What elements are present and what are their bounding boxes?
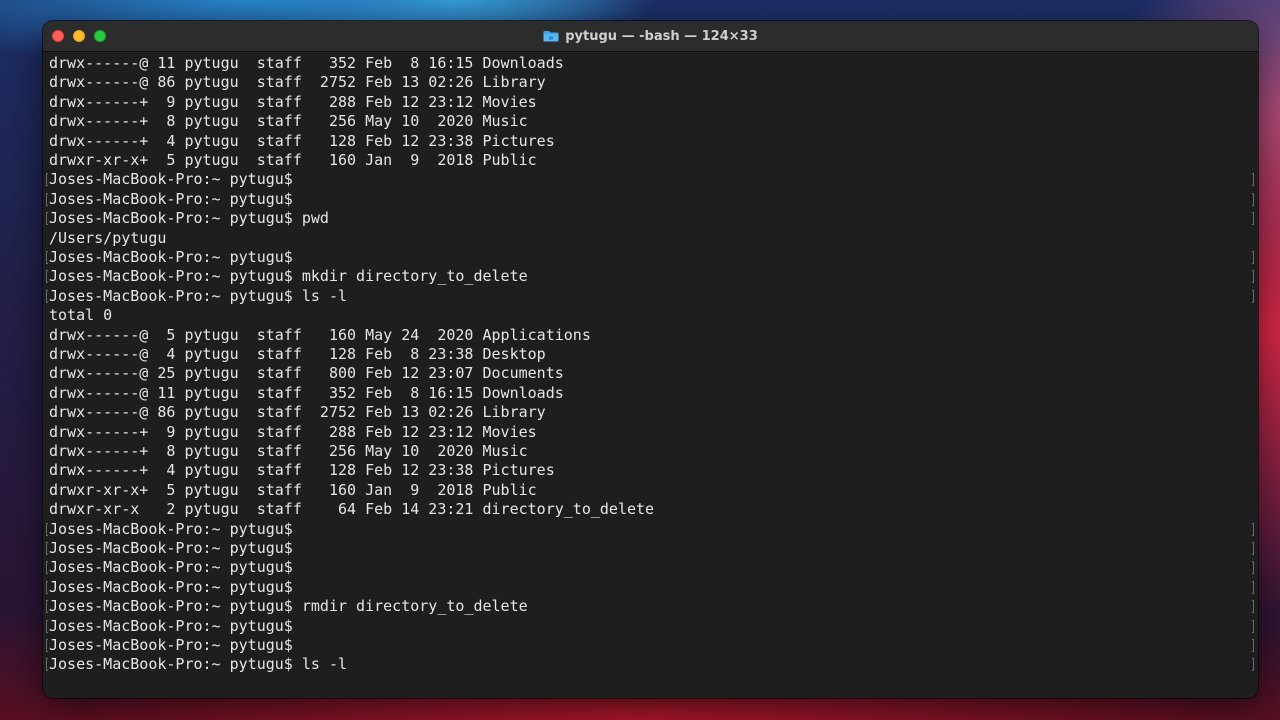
output-line: drwx------+ 8 pytugu staff 256 May 10 20… xyxy=(49,442,528,460)
prompt-line: Joses-MacBook-Pro:~ pytugu$ xyxy=(49,577,293,596)
prompt-mark-right xyxy=(1252,658,1254,672)
output-line: drwxr-xr-x+ 5 pytugu staff 160 Jan 9 201… xyxy=(49,480,537,499)
prompt-mark-right xyxy=(1252,173,1254,187)
prompt-line: Joses-MacBook-Pro:~ pytugu$ xyxy=(49,539,293,557)
prompt-mark-left xyxy=(46,289,48,303)
prompt-mark-left xyxy=(46,251,48,264)
window-titlebar[interactable]: pytugu — -bash — 124×33 xyxy=(43,21,1258,52)
prompt-line: Joses-MacBook-Pro:~ pytugu$ mkdir direct… xyxy=(49,267,528,286)
prompt-mark-left xyxy=(46,522,48,536)
prompt-mark-right xyxy=(1252,639,1254,652)
prompt-line: Joses-MacBook-Pro:~ pytugu$ xyxy=(49,189,293,208)
terminal-window[interactable]: pytugu — -bash — 124×33 drwx------@ 11 p… xyxy=(43,21,1258,698)
prompt-mark-left xyxy=(46,542,48,555)
prompt-mark-left xyxy=(46,270,48,284)
prompt-line: Joses-MacBook-Pro:~ pytugu$ xyxy=(49,558,293,577)
prompt-mark-left xyxy=(46,212,48,226)
prompt-mark-right xyxy=(1252,251,1254,264)
prompt-line: Joses-MacBook-Pro:~ pytugu$ pwd xyxy=(49,209,329,228)
prompt-line: Joses-MacBook-Pro:~ pytugu$ xyxy=(49,636,293,654)
prompt-line: Joses-MacBook-Pro:~ pytugu$ xyxy=(49,248,293,266)
output-line: drwx------+ 4 pytugu staff 128 Feb 12 23… xyxy=(49,461,555,480)
prompt-mark-right xyxy=(1252,212,1254,226)
prompt-mark-left xyxy=(46,173,48,187)
output-line: drwx------@ 11 pytugu staff 352 Feb 8 16… xyxy=(49,54,564,72)
prompt-mark-right xyxy=(1252,619,1254,633)
output-line: drwx------@ 5 pytugu staff 160 May 24 20… xyxy=(49,325,591,344)
output-line: drwx------+ 8 pytugu staff 256 May 10 20… xyxy=(49,112,528,131)
output-line: drwx------+ 4 pytugu staff 128 Feb 12 23… xyxy=(49,131,555,150)
folder-icon xyxy=(543,31,559,42)
prompt-mark-left xyxy=(46,600,48,614)
output-line: drwx------+ 9 pytugu staff 288 Feb 12 23… xyxy=(49,92,537,111)
prompt-mark-left xyxy=(46,639,48,652)
prompt-mark-left xyxy=(46,619,48,633)
prompt-line: Joses-MacBook-Pro:~ pytugu$ xyxy=(49,170,293,189)
output-line: drwx------@ 4 pytugu staff 128 Feb 8 23:… xyxy=(49,345,546,363)
prompt-mark-right xyxy=(1252,270,1254,284)
prompt-line: Joses-MacBook-Pro:~ pytugu$ ls -l xyxy=(49,655,348,674)
prompt-mark-right xyxy=(1252,600,1254,614)
output-line: drwx------@ 11 pytugu staff 352 Feb 8 16… xyxy=(49,383,564,402)
output-line: drwx------@ 86 pytugu staff 2752 Feb 13 … xyxy=(49,73,546,92)
output-line: drwx------@ 25 pytugu staff 800 Feb 12 2… xyxy=(49,364,564,383)
prompt-mark-left xyxy=(46,580,48,594)
prompt-mark-left xyxy=(46,561,48,575)
window-title: pytugu — -bash — 124×33 xyxy=(565,28,758,44)
prompt-line: Joses-MacBook-Pro:~ pytugu$ rmdir direct… xyxy=(49,597,528,616)
window-title-group: pytugu — -bash — 124×33 xyxy=(43,21,1258,51)
prompt-mark-left xyxy=(46,658,48,672)
output-line: drwxr-xr-x 2 pytugu staff 64 Feb 14 23:2… xyxy=(49,500,655,519)
prompt-mark-right xyxy=(1252,522,1254,536)
output-line: drwx------+ 9 pytugu staff 288 Feb 12 23… xyxy=(49,422,537,441)
output-line: /Users/pytugu xyxy=(49,228,167,247)
prompt-line: Joses-MacBook-Pro:~ pytugu$ ls -l xyxy=(49,286,348,305)
prompt-mark-right xyxy=(1252,561,1254,575)
prompt-mark-right xyxy=(1252,580,1254,594)
prompt-mark-left xyxy=(46,192,48,206)
prompt-line: Joses-MacBook-Pro:~ pytugu$ xyxy=(49,519,293,538)
prompt-mark-right xyxy=(1252,192,1254,206)
output-line: drwx------@ 86 pytugu staff 2752 Feb 13 … xyxy=(49,403,546,422)
terminal-output[interactable]: drwx------@ 11 pytugu staff 352 Feb 8 16… xyxy=(43,52,1258,698)
prompt-mark-right xyxy=(1252,289,1254,303)
output-line: total 0 xyxy=(49,306,113,325)
output-line: drwxr-xr-x+ 5 pytugu staff 160 Jan 9 201… xyxy=(49,151,537,169)
prompt-line: Joses-MacBook-Pro:~ pytugu$ xyxy=(49,616,293,635)
prompt-mark-right xyxy=(1252,542,1254,555)
